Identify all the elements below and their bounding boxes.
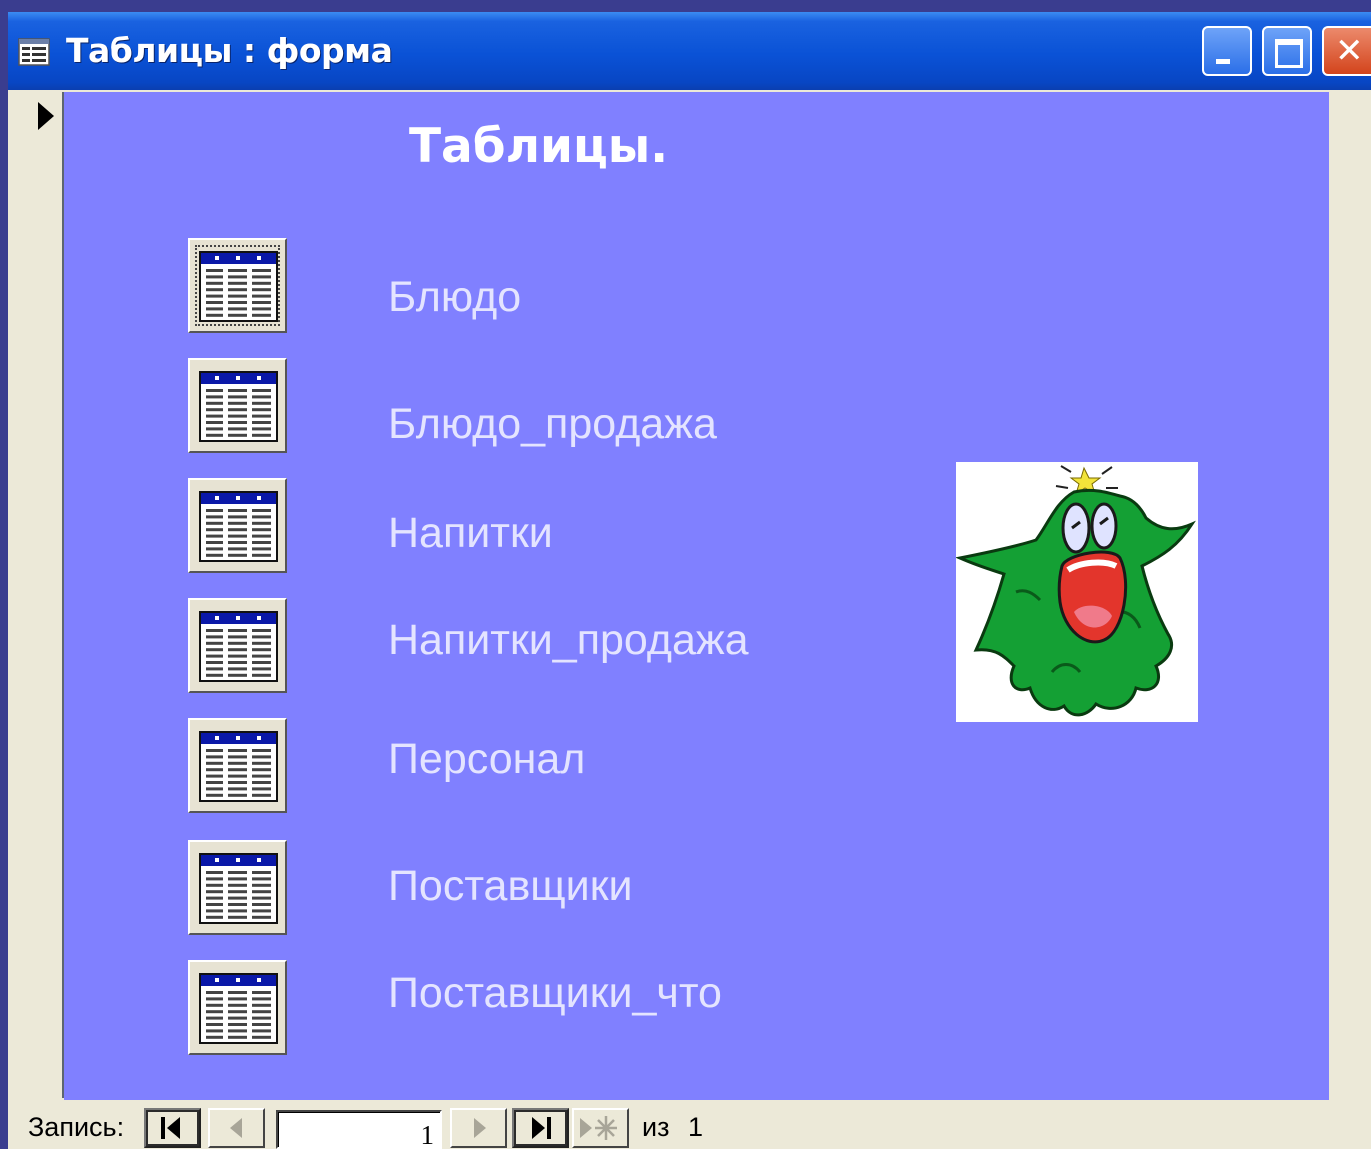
new-record-button[interactable] <box>572 1108 629 1148</box>
previous-record-icon <box>230 1118 242 1138</box>
last-record-button[interactable] <box>512 1108 569 1148</box>
access-form-window: Таблицы : форма ✕ Таблицы. Блюдо Блюдо_п… <box>8 12 1371 1149</box>
table-button-1[interactable] <box>188 238 287 333</box>
datasheet-icon <box>199 251 278 322</box>
next-record-button[interactable] <box>450 1108 507 1148</box>
datasheet-icon <box>199 973 278 1044</box>
first-record-icon <box>161 1117 180 1139</box>
datasheet-icon <box>199 611 278 682</box>
total-records: 1 <box>688 1112 704 1142</box>
close-icon: ✕ <box>1335 31 1364 71</box>
table-button-4[interactable] <box>188 598 287 693</box>
form-body: Таблицы. Блюдо Блюдо_продажа Напитки Нап… <box>64 92 1329 1100</box>
datasheet-icon <box>199 371 278 442</box>
form-icon <box>18 38 50 66</box>
previous-record-button[interactable] <box>208 1108 265 1148</box>
table-button-5[interactable] <box>188 718 287 813</box>
table-button-6[interactable] <box>188 840 287 935</box>
table-label-7[interactable]: Поставщики_что <box>388 969 722 1018</box>
close-button[interactable]: ✕ <box>1322 26 1371 76</box>
record-navigation-bar: Запись: 1 из 1 <box>8 1102 1371 1149</box>
christmas-tree-image <box>955 462 1198 722</box>
current-record-arrow-icon <box>38 102 54 130</box>
minimize-button[interactable] <box>1202 26 1252 76</box>
current-record-input[interactable]: 1 <box>276 1110 442 1149</box>
table-label-3[interactable]: Напитки <box>388 509 553 558</box>
title-bar[interactable]: Таблицы : форма ✕ <box>8 12 1371 90</box>
table-label-6[interactable]: Поставщики <box>388 862 633 911</box>
next-record-icon <box>474 1118 486 1138</box>
table-label-4[interactable]: Напитки_продажа <box>388 616 749 665</box>
datasheet-icon <box>199 491 278 562</box>
table-button-3[interactable] <box>188 478 287 573</box>
table-label-5[interactable]: Персонал <box>388 735 585 784</box>
first-record-button[interactable] <box>144 1108 201 1148</box>
table-label-1[interactable]: Блюдо <box>388 273 521 322</box>
table-button-7[interactable] <box>188 960 287 1055</box>
form-heading: Таблицы. <box>409 119 669 174</box>
datasheet-icon <box>199 853 278 924</box>
table-button-2[interactable] <box>188 358 287 453</box>
table-label-2[interactable]: Блюдо_продажа <box>388 400 717 449</box>
record-selector[interactable] <box>12 92 64 1098</box>
maximize-button[interactable] <box>1262 26 1312 76</box>
new-record-icon <box>580 1116 617 1140</box>
window-title: Таблицы : форма <box>66 31 393 70</box>
datasheet-icon <box>199 731 278 802</box>
last-record-icon <box>532 1117 551 1139</box>
of-label: из <box>642 1112 670 1142</box>
record-label: Запись: <box>28 1112 125 1142</box>
